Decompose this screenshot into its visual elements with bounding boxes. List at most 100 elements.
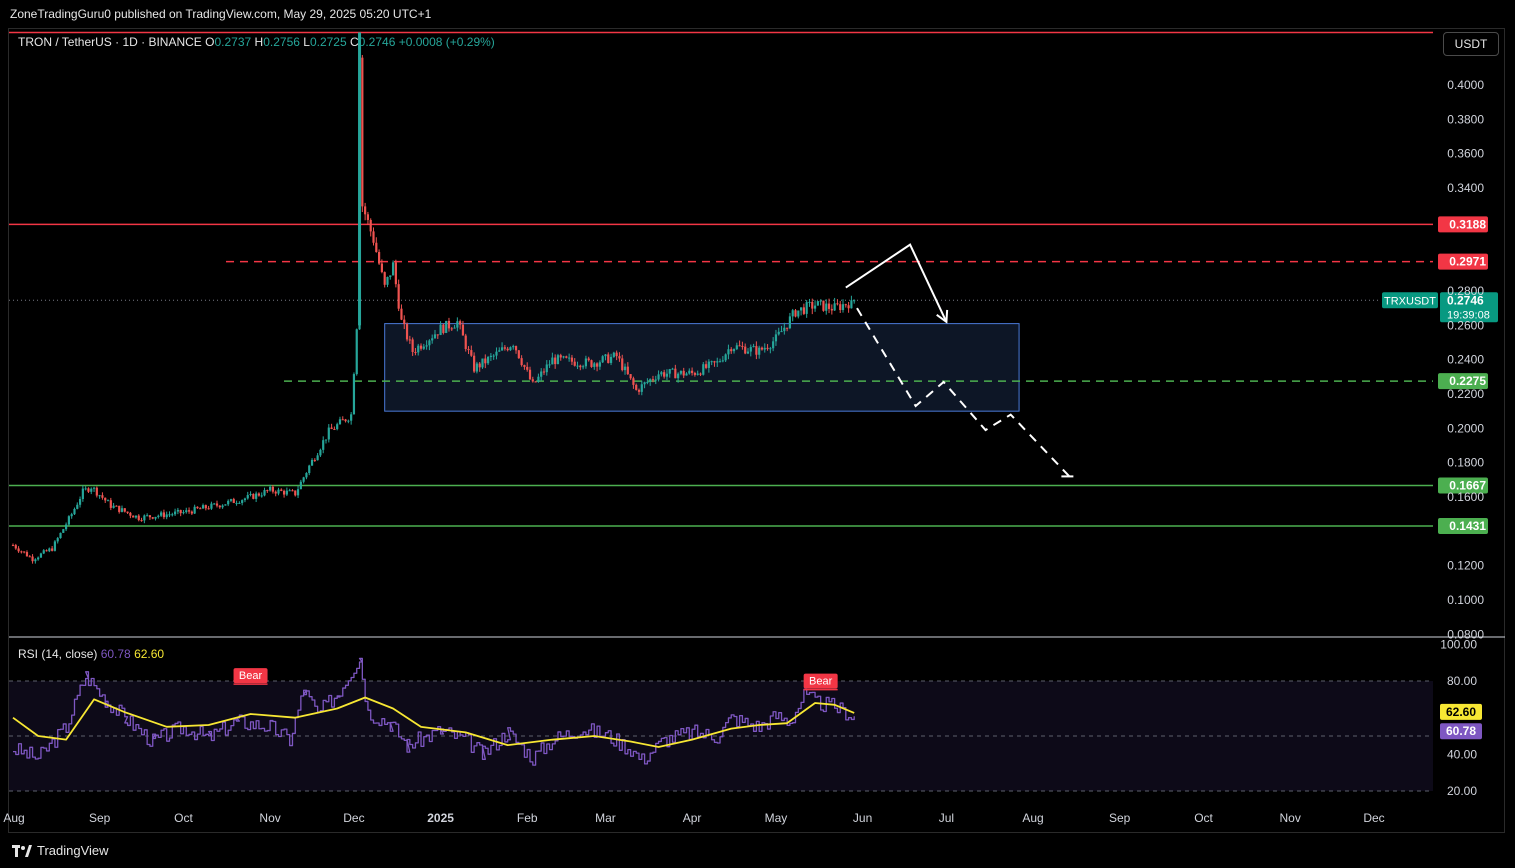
- candle-body: [665, 373, 669, 377]
- candle-body: [808, 301, 811, 303]
- candle-body: [193, 506, 196, 514]
- candle-body: [727, 349, 730, 355]
- candle-body: [660, 372, 663, 375]
- candle-body: [229, 499, 233, 501]
- price-axis-tick-label: 0.1200: [1447, 559, 1484, 573]
- time-axis-tick-label: Apr: [683, 811, 702, 825]
- candle-body: [649, 379, 652, 382]
- candle-body: [17, 548, 20, 552]
- candle-body: [162, 512, 166, 518]
- price-axis-tick-label: 0.2400: [1447, 353, 1484, 367]
- candle-body: [380, 263, 383, 273]
- candle-body: [531, 379, 534, 382]
- candle-body: [556, 355, 560, 365]
- candle-body: [59, 532, 62, 539]
- legend-part: O: [205, 35, 214, 49]
- candle-body: [478, 363, 481, 368]
- candle-body: [389, 275, 392, 277]
- candle-body: [528, 369, 532, 380]
- tradingview-logo[interactable]: TradingView: [12, 843, 109, 858]
- candle-body: [48, 548, 51, 552]
- legend-part: +0.0008 (+0.29%): [399, 35, 495, 49]
- candle-body: [322, 440, 325, 450]
- projection-solid-path[interactable]: [845, 243, 948, 323]
- candle-body: [853, 300, 856, 302]
- price-axis-tick-label: 0.2800: [1447, 284, 1484, 298]
- candle-body: [34, 559, 37, 562]
- candle-body: [450, 328, 453, 330]
- candle-body: [436, 334, 439, 336]
- candle-body: [464, 335, 467, 350]
- candle-body: [112, 505, 115, 508]
- candle-body: [573, 361, 576, 366]
- candle-body: [587, 358, 590, 361]
- candle-body: [310, 459, 314, 466]
- price-axis-tick-label: 0.3400: [1447, 181, 1484, 195]
- candle-body: [618, 356, 621, 359]
- candle-body: [716, 361, 719, 363]
- candle-body: [730, 349, 733, 352]
- candle-body: [269, 486, 272, 491]
- legend-part: 0.2756: [263, 35, 303, 49]
- candle-body: [64, 524, 68, 530]
- candle-body: [190, 511, 193, 514]
- candle-body: [132, 515, 135, 518]
- price-axis-tick-label: 0.3600: [1447, 147, 1484, 161]
- candle-body: [741, 345, 744, 347]
- candle-body: [87, 488, 90, 492]
- candle-body: [643, 382, 646, 385]
- candle-body: [330, 427, 333, 430]
- candle-body: [255, 493, 258, 499]
- candle-body: [551, 357, 554, 365]
- time-axis-tick-label: Dec: [343, 811, 364, 825]
- rsi-legend[interactable]: RSI (14, close) 60.78 62.60: [18, 647, 164, 661]
- symbol-legend[interactable]: TRON / TetherUS · 1D · BINANCE O0.2737 H…: [18, 35, 495, 49]
- candle-body: [847, 305, 850, 309]
- candle-body: [503, 347, 506, 349]
- candle-body: [319, 449, 322, 456]
- candle-body: [825, 303, 828, 311]
- candle-body: [210, 503, 213, 509]
- time-axis-tick-label: Feb: [517, 811, 538, 825]
- candle-body: [364, 206, 367, 215]
- candle-body: [819, 300, 822, 302]
- candle-body: [366, 214, 370, 220]
- candle-body: [498, 350, 501, 352]
- candle-body: [204, 505, 207, 509]
- time-axis-tick-label: 2025: [427, 811, 454, 825]
- price-axis-tick-label: 0.2000: [1447, 421, 1484, 435]
- candle-body: [467, 349, 470, 351]
- symbol-tag-label: TRXUSDT: [1384, 295, 1436, 307]
- candle-body: [168, 514, 171, 516]
- candle-body: [537, 376, 540, 382]
- candle-body: [28, 556, 31, 558]
- candle-body: [615, 352, 618, 357]
- candle-body: [383, 272, 386, 285]
- candle-body: [545, 364, 548, 373]
- candle-body: [623, 366, 627, 371]
- candle-body: [484, 358, 487, 364]
- candle-body: [799, 307, 803, 311]
- chart-canvas[interactable]: 0.31880.29710.22750.16670.1431TRXUSDT 0.2…: [0, 0, 1515, 868]
- candle-body: [428, 340, 431, 346]
- candle-body: [540, 371, 543, 377]
- candle-body: [120, 508, 124, 512]
- candle-body: [609, 356, 613, 363]
- candle-body: [350, 414, 353, 421]
- candle-body: [160, 512, 163, 516]
- candle-body: [439, 324, 442, 336]
- candle-body: [372, 231, 375, 243]
- candle-body: [352, 374, 356, 415]
- candle-body: [534, 381, 537, 383]
- candle-body: [336, 424, 339, 430]
- candle-body: [517, 350, 520, 359]
- currency-selector-button[interactable]: USDT: [1443, 32, 1499, 56]
- candle-body: [196, 506, 199, 509]
- price-level-tag-label: 0.3188: [1449, 217, 1486, 231]
- candle-body: [679, 370, 683, 374]
- candle-body: [702, 364, 705, 375]
- candle-body: [774, 334, 778, 342]
- candle-body: [738, 345, 741, 347]
- candle-body: [173, 511, 177, 515]
- candle-body: [732, 349, 736, 352]
